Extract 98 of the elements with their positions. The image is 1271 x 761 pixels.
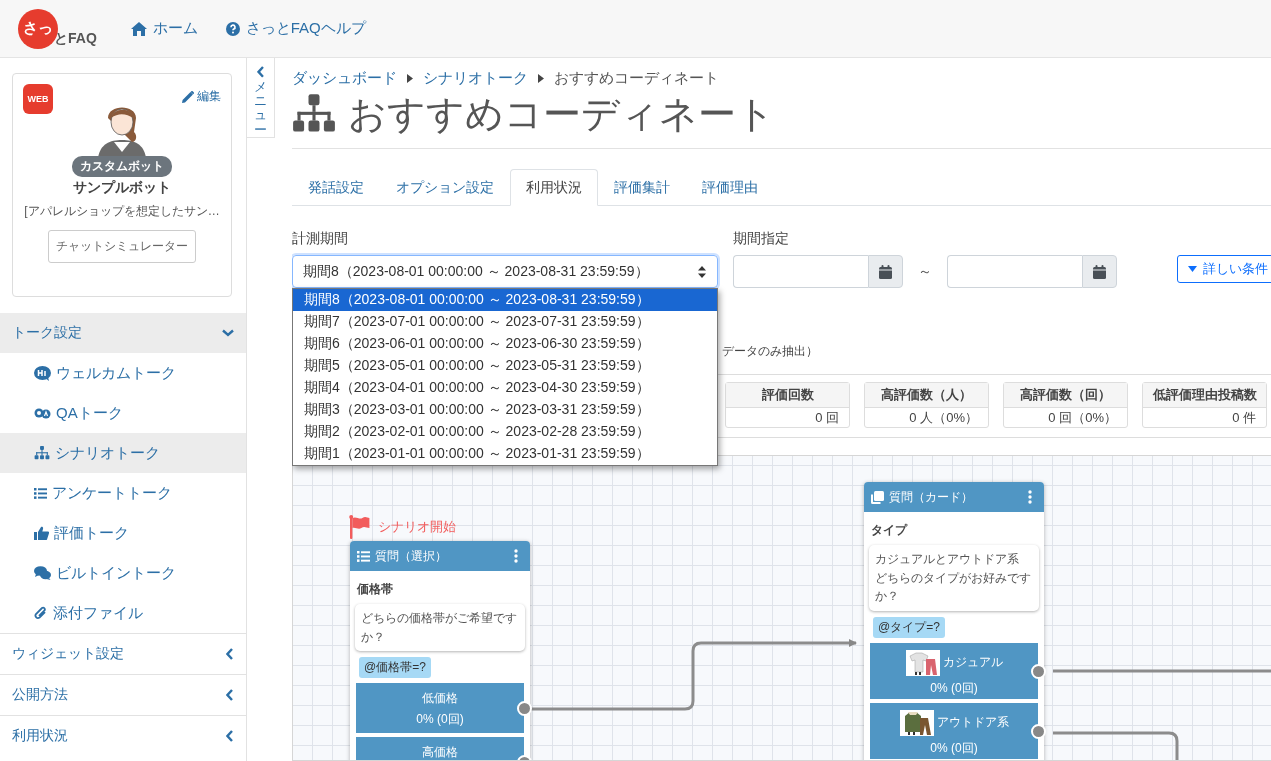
help-icon xyxy=(225,21,240,36)
field-label: 期間指定 xyxy=(733,230,790,248)
stat-label: 低評価理由投稿数 xyxy=(1143,383,1266,408)
stat-value: 0 回（0%） xyxy=(1047,408,1118,427)
range-separator: ～ xyxy=(917,262,933,281)
hi-bubble-icon xyxy=(34,365,51,381)
stat-value: 0 件 xyxy=(1231,408,1257,427)
edit-link[interactable]: 編集 xyxy=(182,88,221,105)
menu-item[interactable]: シナリオトーク xyxy=(0,433,246,473)
caret-right-icon xyxy=(407,73,413,83)
period-select[interactable]: 期間8（2023-08-01 00:00:00 ～ 2023-08-31 23:59:59） xyxy=(292,255,718,288)
stat-label: 高評価数（回） xyxy=(1004,383,1127,408)
menu-item[interactable]: ウェルカムトーク xyxy=(0,353,246,393)
qa-icon xyxy=(34,406,51,420)
answer-option[interactable]: 低価格 0% (0回) xyxy=(356,683,524,734)
bot-description: [アパレルショップを想定したサン… xyxy=(24,203,220,220)
answer-option[interactable]: カジュアル 0% (0回) xyxy=(870,642,1038,699)
chevron-left-icon xyxy=(226,689,234,701)
tab[interactable]: オプション設定 xyxy=(380,169,510,206)
stat-value: 0 人（0%） xyxy=(908,408,979,427)
paperclip-icon xyxy=(34,605,48,621)
tab[interactable]: 評価理由 xyxy=(686,169,774,206)
chat-simulator-button[interactable]: チャットシミュレーター xyxy=(48,230,196,263)
comments-icon xyxy=(34,566,51,580)
tab[interactable]: 発話設定 xyxy=(292,169,380,206)
calendar-button[interactable] xyxy=(868,255,903,288)
node-header: 質問（選択） xyxy=(350,541,530,571)
home-icon xyxy=(130,21,147,36)
breadcrumb-link[interactable]: ダッシュボード xyxy=(292,68,397,88)
stat-label: 高評価数（人） xyxy=(865,383,988,408)
menu-toggle-tab[interactable]: メニュー xyxy=(247,58,275,138)
date-field[interactable] xyxy=(733,255,868,288)
sort-icon xyxy=(697,264,707,279)
dropdown-option[interactable]: 期間4（2023-04-01 00:00:00 ～ 2023-04-30 23:59:59） xyxy=(293,377,717,399)
chevron-left-icon xyxy=(256,66,265,78)
chevron-left-icon xyxy=(226,730,234,742)
question-node[interactable]: 質問（選択） 価格帯 どちらの価格帯がご希望ですか？ @価格帯=? 低価格 0% (0回) 高価格 xyxy=(350,541,530,760)
filter-note: データのみ抽出） xyxy=(722,343,819,360)
sitemap-icon xyxy=(292,94,336,134)
node-header: 質問（カード） xyxy=(864,482,1044,512)
stat-value: 0 回 xyxy=(814,408,840,427)
menu-group[interactable]: トーク設定 xyxy=(0,313,246,353)
thumbs-up-icon xyxy=(34,526,49,540)
page-title: おすすめコーディネート xyxy=(348,91,775,137)
flag-icon xyxy=(349,515,371,539)
question-node[interactable]: 質問（カード） タイプ カジュアルとアウトドア系 どちらのタイプがお好みですか？ @タイプ=? カジュアル 0% (0回) アウトドア系 0% (0回) xyxy=(864,482,1044,760)
copy-icon xyxy=(871,490,884,504)
stat-label: 評価回数 xyxy=(726,383,849,408)
calendar-icon xyxy=(1093,264,1106,279)
menu-item[interactable]: 評価トーク xyxy=(0,513,246,553)
checklist-icon xyxy=(34,487,47,499)
dropdown-option[interactable]: 期間1（2023-01-01 00:00:00 ～ 2023-01-31 23:59:59） xyxy=(293,443,717,465)
list-icon xyxy=(357,550,370,562)
dropdown-option[interactable]: 期間6（2023-06-01 00:00:00 ～ 2023-06-30 23:59:59） xyxy=(293,333,717,355)
breadcrumb-link[interactable]: シナリオトーク xyxy=(423,68,528,88)
calendar-button[interactable] xyxy=(1082,255,1117,288)
calendar-icon xyxy=(879,264,892,279)
field-label: 計測期間 xyxy=(292,230,349,248)
menu-item[interactable]: ビルトイントーク xyxy=(0,553,246,593)
menu-item[interactable]: アンケートトーク xyxy=(0,473,246,513)
nav-link[interactable]: さっとFAQヘルプ xyxy=(225,19,366,38)
dropdown-option[interactable]: 期間2（2023-02-01 00:00:00 ～ 2023-02-28 23:59:59） xyxy=(293,421,717,443)
tab[interactable]: 利用状況 xyxy=(510,169,598,206)
tab[interactable]: 評価集計 xyxy=(598,169,686,206)
chevron-left-icon xyxy=(226,648,234,660)
sitemap-icon xyxy=(34,446,50,460)
bot-name: サンプルボット xyxy=(73,179,171,197)
pencil-icon xyxy=(182,90,194,103)
menu-group[interactable]: 利用状況 xyxy=(0,715,246,756)
menu-group[interactable]: ウィジェット設定 xyxy=(0,633,246,674)
chevron-down-icon xyxy=(222,329,234,337)
message-text: どちらの価格帯がご希望ですか？ xyxy=(361,610,518,646)
date-field[interactable] xyxy=(947,255,1082,288)
start-label: シナリオ開始 xyxy=(378,518,456,536)
caret-right-icon xyxy=(538,73,544,83)
message-text: どちらのタイプがお好みですか？ xyxy=(875,569,1032,606)
nav-link[interactable]: ホーム xyxy=(130,19,198,38)
message-text: カジュアルとアウトドア系 xyxy=(875,551,1020,568)
breadcrumb-current: おすすめコーディネート xyxy=(554,68,719,88)
web-badge: WEB xyxy=(23,84,53,114)
dropdown-option[interactable]: 期間8（2023-08-01 00:00:00 ～ 2023-08-31 23:59:59） xyxy=(293,289,717,311)
menu-item[interactable]: 添付ファイル xyxy=(0,593,246,633)
more-icon xyxy=(514,549,518,563)
menu-item[interactable]: QAトーク xyxy=(0,393,246,433)
menu-group[interactable]: 公開方法 xyxy=(0,674,246,715)
variable-tag: @タイプ=? xyxy=(873,616,945,638)
bot-type-tag: カスタムボット xyxy=(72,156,172,177)
node-title: タイプ xyxy=(870,522,909,539)
dropdown-option[interactable]: 期間5（2023-05-01 00:00:00 ～ 2023-05-31 23:59:59） xyxy=(293,355,717,377)
variable-tag: @価格帯=? xyxy=(359,657,431,679)
dropdown-option[interactable]: 期間7（2023-07-01 00:00:00 ～ 2023-07-31 23:59:59） xyxy=(293,311,717,333)
node-title: 価格帯 xyxy=(356,581,394,598)
caret-down-icon xyxy=(1188,266,1197,272)
answer-option[interactable]: アウトドア系 0% (0回) xyxy=(870,702,1038,759)
more-conditions-button[interactable]: 詳しい条件 xyxy=(1177,255,1271,283)
dropdown-option[interactable]: 期間3（2023-03-01 00:00:00 ～ 2023-03-31 23:59:59） xyxy=(293,399,717,421)
more-icon xyxy=(1028,490,1032,504)
answer-option[interactable]: 高価格 xyxy=(356,737,524,760)
